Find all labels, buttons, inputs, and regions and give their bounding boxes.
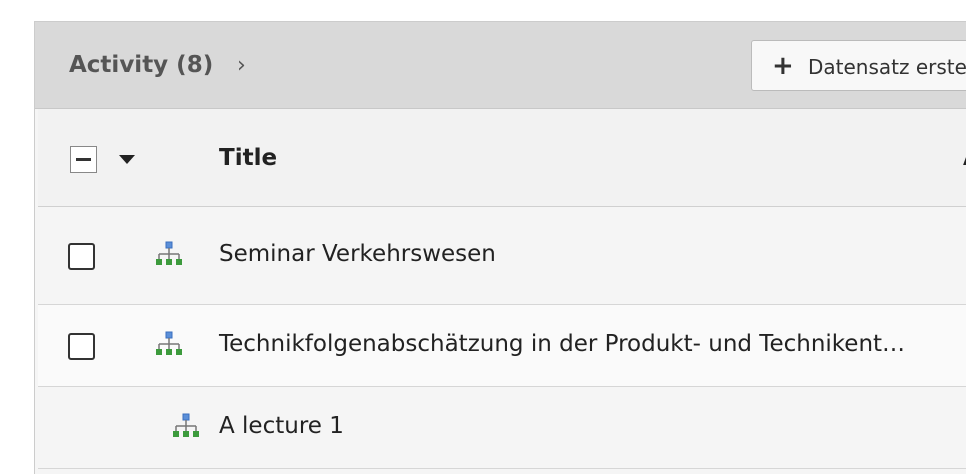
table-row[interactable]: A lecture 1	[38, 387, 966, 469]
select-all-checkbox[interactable]	[70, 146, 97, 173]
caret-down-icon[interactable]	[119, 155, 135, 164]
row-checkbox[interactable]	[68, 333, 95, 360]
hierarchy-icon	[173, 413, 199, 437]
table-row[interactable]: Seminar Verkehrswesen	[38, 207, 966, 305]
row-title[interactable]: A lecture 1	[219, 413, 344, 439]
hierarchy-icon	[156, 331, 182, 355]
table-header: Title A	[38, 109, 966, 207]
hierarchy-icon	[156, 241, 182, 265]
chevron-right-icon[interactable]: ›	[237, 53, 246, 78]
panel-title[interactable]: Activity (8)	[69, 52, 213, 78]
row-title[interactable]: Technikfolgenabschätzung in der Produkt-…	[219, 331, 905, 357]
minus-icon	[76, 158, 91, 161]
plus-icon: +	[772, 51, 794, 81]
panel-header: Activity (8) › + Datensatz erste	[35, 22, 966, 109]
activity-panel: Activity (8) › + Datensatz erste Title A	[34, 21, 966, 474]
new-record-label: Datensatz erste	[808, 55, 966, 79]
column-header-title[interactable]: Title	[219, 145, 277, 171]
new-record-button[interactable]: + Datensatz erste	[751, 40, 966, 91]
row-title[interactable]: Seminar Verkehrswesen	[219, 241, 496, 267]
records-table: Title A Seminar Verkehrswesen	[38, 109, 966, 469]
table-row[interactable]: Technikfolgenabschätzung in der Produkt-…	[38, 305, 966, 387]
row-checkbox[interactable]	[68, 243, 95, 270]
